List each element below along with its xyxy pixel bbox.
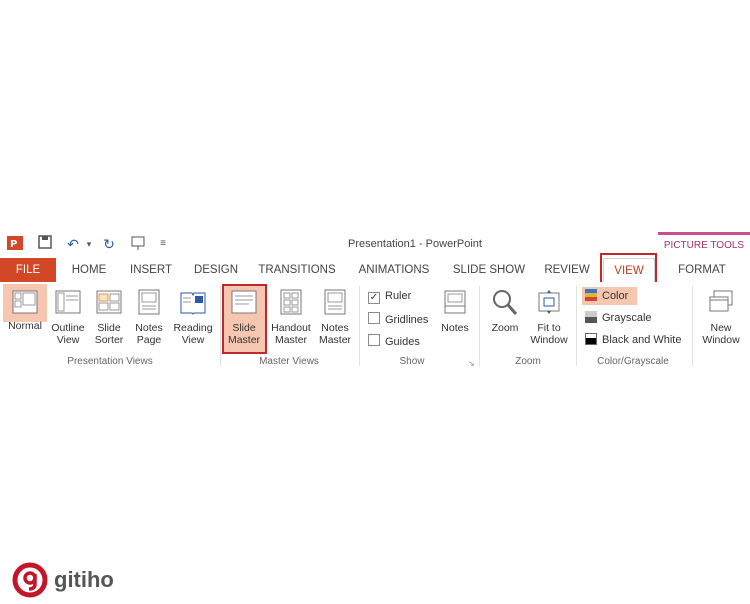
color-grayscale-group-label: Color/Grayscale xyxy=(597,356,669,367)
svg-text:P: P xyxy=(10,239,17,250)
guides-checkbox[interactable]: Guides xyxy=(368,334,420,348)
notes-icon xyxy=(444,290,466,314)
tab-format[interactable]: FORMAT xyxy=(666,258,738,282)
grayscale-button[interactable]: Grayscale xyxy=(585,309,652,327)
tab-slide-show[interactable]: SLIDE SHOW xyxy=(448,258,530,282)
magnifier-icon xyxy=(493,290,518,315)
tab-insert[interactable]: INSERT xyxy=(124,258,178,282)
tab-animations[interactable]: ANIMATIONS xyxy=(352,258,436,282)
reading-view-icon xyxy=(180,292,206,315)
black-and-white-icon xyxy=(585,333,597,345)
group-separator xyxy=(220,286,221,366)
tab-review[interactable]: REVIEW xyxy=(540,258,594,282)
group-separator xyxy=(479,286,480,366)
window-title: Presentation1 - PowerPoint xyxy=(348,238,482,250)
master-views-group-label: Master Views xyxy=(259,356,319,367)
notes-master-icon xyxy=(324,289,346,315)
color-palette-icon xyxy=(585,289,597,301)
grayscale-icon xyxy=(585,311,597,323)
save-icon[interactable] xyxy=(36,235,54,253)
black-and-white-button[interactable]: Black and White xyxy=(585,331,681,349)
normal-view-icon xyxy=(12,290,38,314)
normal-view-label[interactable]: Normal xyxy=(3,320,47,334)
notes-page-button[interactable]: Notes Page xyxy=(130,284,168,354)
slide-master-highlight xyxy=(222,284,267,354)
ruler-checkbox[interactable]: ✓ Ruler xyxy=(368,290,411,304)
notes-master-button[interactable]: Notes Master xyxy=(315,284,355,354)
show-dialog-launcher-icon[interactable]: ↘ xyxy=(468,359,475,368)
handout-master-icon xyxy=(280,289,302,315)
tab-design[interactable]: DESIGN xyxy=(188,258,244,282)
group-separator xyxy=(692,286,693,366)
color-button[interactable]: Color xyxy=(582,287,637,305)
customize-quick-access-icon[interactable]: ≡ xyxy=(154,235,172,253)
picture-tools-label: PICTURE TOOLS xyxy=(658,232,750,258)
notes-button[interactable]: Notes xyxy=(436,284,474,354)
gitiho-logo: gitiho xyxy=(12,562,114,598)
show-group-label: Show xyxy=(399,356,425,367)
outline-view-button[interactable]: Outline View xyxy=(48,284,88,354)
tab-home[interactable]: HOME xyxy=(64,258,114,282)
new-window-button[interactable]: New Window xyxy=(698,284,744,354)
tab-transitions[interactable]: TRANSITIONS xyxy=(254,258,340,282)
fit-to-window-button[interactable]: Fit to Window xyxy=(526,284,572,354)
start-from-beginning-icon[interactable] xyxy=(130,235,148,253)
new-window-icon xyxy=(709,290,733,312)
group-separator xyxy=(359,286,360,366)
reading-view-button[interactable]: Reading View xyxy=(170,284,216,354)
checkbox-unchecked-icon xyxy=(368,334,380,346)
slide-sorter-button[interactable]: Slide Sorter xyxy=(88,284,130,354)
presentation-views-group-label: Presentation Views xyxy=(67,356,153,367)
zoom-button[interactable]: Zoom xyxy=(484,284,526,354)
zoom-group-label: Zoom xyxy=(515,356,541,367)
gitiho-wordmark: gitiho xyxy=(54,567,114,592)
checkbox-unchecked-icon xyxy=(368,312,380,324)
notes-page-icon xyxy=(138,289,160,315)
fit-to-window-icon xyxy=(538,290,560,314)
view-tab-highlight xyxy=(600,253,657,284)
gridlines-checkbox[interactable]: Gridlines xyxy=(368,312,428,326)
slide-sorter-icon xyxy=(96,290,122,314)
group-separator xyxy=(576,286,577,366)
handout-master-button[interactable]: Handout Master xyxy=(267,284,315,354)
ribbon: Normal Outline View Slide Sorter Notes P… xyxy=(0,282,750,370)
outline-view-icon xyxy=(55,290,81,314)
redo-icon[interactable]: ↻ xyxy=(100,235,118,253)
checkbox-checked-icon: ✓ xyxy=(368,292,380,304)
gitiho-logo-icon xyxy=(12,562,48,598)
normal-view-button[interactable] xyxy=(3,284,47,322)
powerpoint-app-icon[interactable]: P xyxy=(6,235,24,253)
tab-file[interactable]: FILE xyxy=(0,258,56,282)
undo-dropdown-icon[interactable]: ▾ xyxy=(80,235,98,253)
